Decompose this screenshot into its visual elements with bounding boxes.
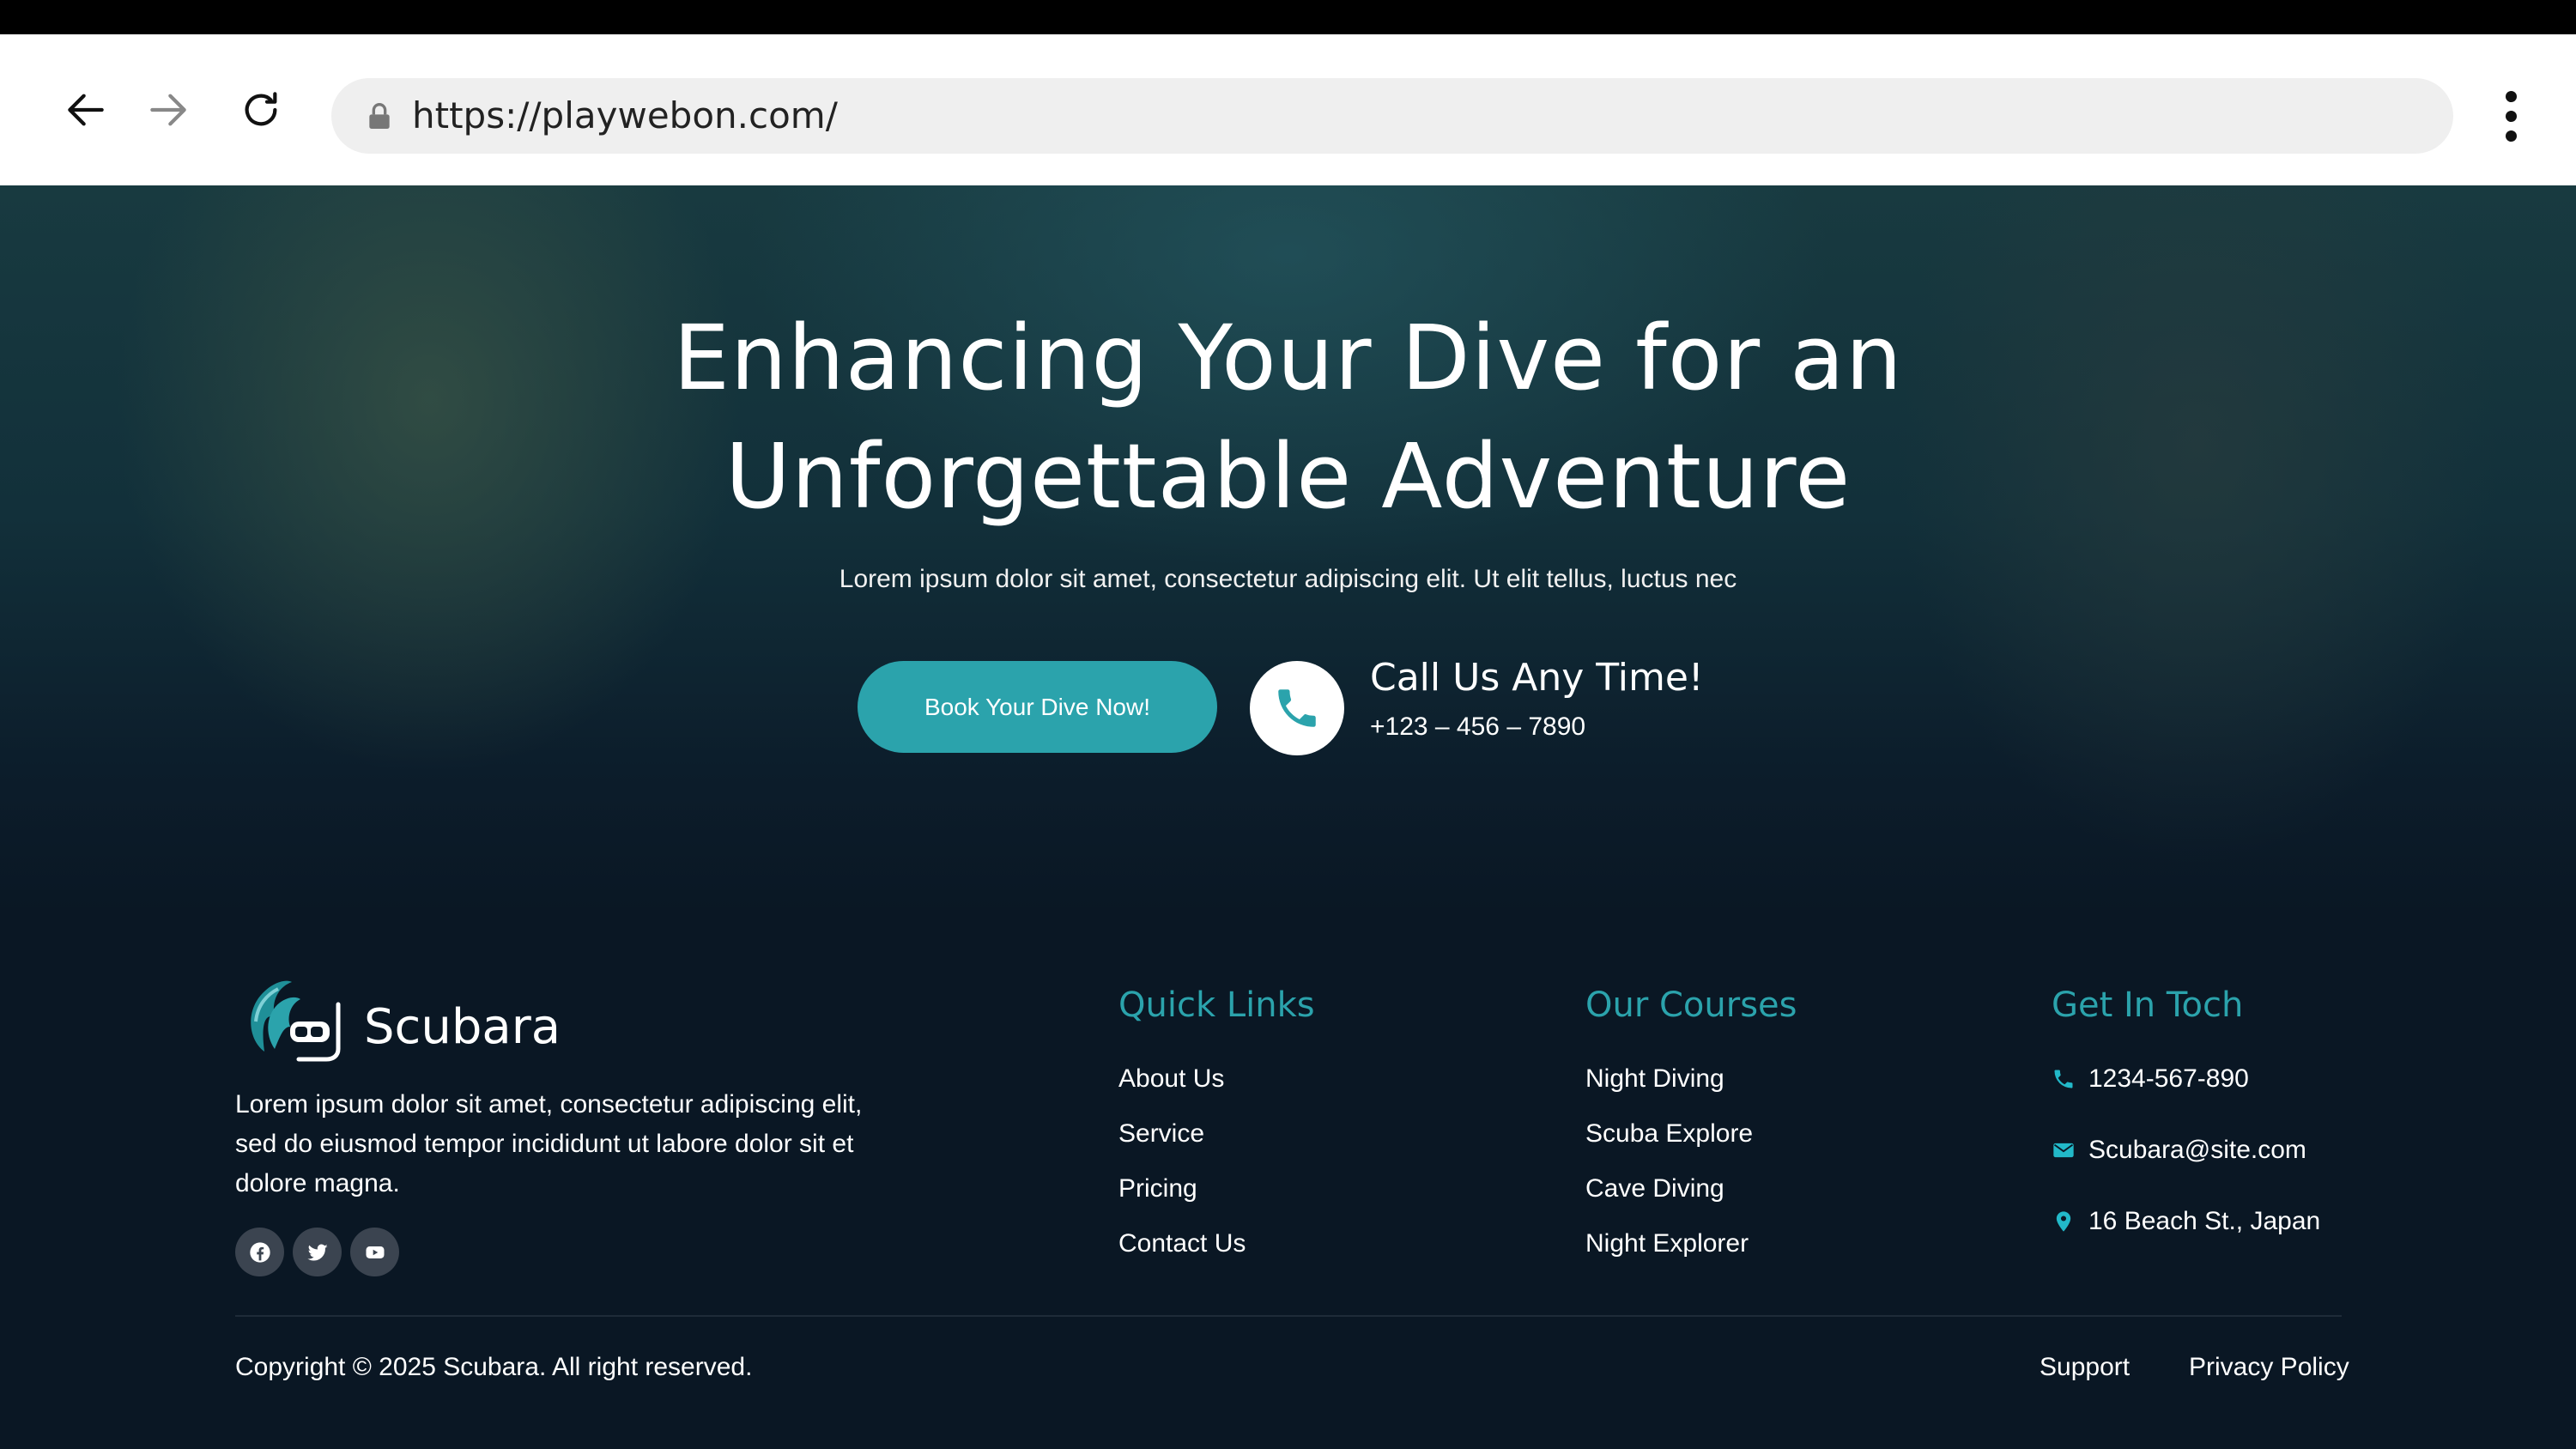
social-links [235, 1228, 399, 1276]
course-scuba-explore[interactable]: Scuba Explore [1585, 1119, 1753, 1149]
footer-about: Lorem ipsum dolor sit amet, consectetur … [235, 1090, 863, 1197]
address-bar[interactable]: https://playwebon.com/ [331, 78, 2453, 154]
hero-title: Enhancing Your Dive for an Unforgettable… [673, 306, 1903, 529]
footer-brand: Scubara [364, 999, 561, 1055]
link-pricing[interactable]: Pricing [1118, 1174, 1197, 1203]
contact-email[interactable]: Scubara@site.com [2088, 1136, 2306, 1165]
reload-button[interactable] [235, 84, 287, 136]
footer-divider [235, 1315, 2342, 1317]
system-top-bar [0, 0, 2576, 34]
support-link[interactable]: Support [2040, 1353, 2130, 1382]
youtube-icon [366, 1246, 384, 1258]
twitter-icon [306, 1244, 328, 1261]
browser-menu-button[interactable] [2489, 88, 2532, 144]
call-title: Call Us Any Time! [1370, 656, 1704, 700]
call-button[interactable] [1250, 661, 1344, 755]
facebook-link[interactable] [235, 1228, 284, 1276]
back-arrow-icon [68, 94, 104, 126]
forward-button[interactable] [142, 84, 194, 136]
scubara-logo-icon [251, 980, 341, 1062]
privacy-policy-link[interactable]: Privacy Policy [2189, 1353, 2349, 1382]
link-about-us[interactable]: About Us [1118, 1064, 1224, 1094]
course-night-diving[interactable]: Night Diving [1585, 1064, 1724, 1094]
call-number: +123 – 456 – 7890 [1370, 712, 1586, 741]
kebab-menu-icon [2506, 91, 2517, 102]
reload-icon [245, 92, 277, 126]
link-service[interactable]: Service [1118, 1119, 1204, 1149]
youtube-link[interactable] [350, 1228, 399, 1276]
lock-icon [369, 103, 390, 129]
hero-subtitle: Lorem ipsum dolor sit amet, consectetur … [839, 565, 1737, 593]
location-pin-icon [2056, 1211, 2071, 1232]
footer: Scubara Lorem ipsum dolor sit amet, cons… [0, 915, 2576, 1449]
course-cave-diving[interactable]: Cave Diving [1585, 1174, 1724, 1203]
hero-section: Enhancing Your Dive for an Unforgettable… [0, 185, 2576, 915]
courses-title: Our Courses [1585, 985, 1797, 1025]
contact-title: Get In Toch [2052, 985, 2244, 1025]
browser-toolbar: https://playwebon.com/ [0, 34, 2576, 185]
course-night-explorer[interactable]: Night Explorer [1585, 1229, 1749, 1258]
link-contact-us[interactable]: Contact Us [1118, 1229, 1246, 1258]
quick-links-title: Quick Links [1118, 985, 1315, 1025]
twitter-link[interactable] [293, 1228, 342, 1276]
forward-arrow-icon [150, 94, 186, 126]
contact-address: 16 Beach St., Japan [2088, 1207, 2321, 1235]
email-icon [2053, 1143, 2074, 1158]
book-dive-button[interactable]: Book Your Dive Now! [858, 661, 1217, 753]
phone-icon [1278, 689, 1316, 727]
facebook-icon [249, 1241, 270, 1263]
url-text: https://playwebon.com/ [412, 94, 838, 136]
contact-phone[interactable]: 1234-567-890 [2088, 1064, 2249, 1094]
back-button[interactable] [60, 84, 112, 136]
copyright-text: Copyright © 2025 Scubara. All right rese… [235, 1353, 753, 1381]
phone-icon [2054, 1070, 2073, 1088]
